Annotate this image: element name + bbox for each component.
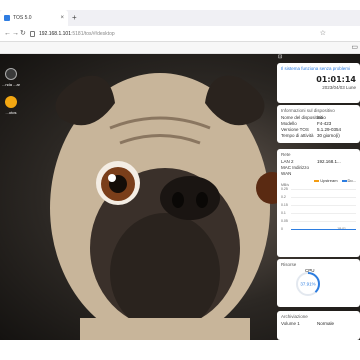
y-tick-label: 0.2 xyxy=(281,195,286,199)
url-field[interactable]: 192.168.1.101 :5181/tos/#/desktop xyxy=(30,28,340,40)
new-tab-button[interactable]: + xyxy=(72,13,77,23)
gridline xyxy=(291,213,356,214)
storage-widget[interactable]: Archiviazione Volume 1 Normale xyxy=(277,311,360,340)
network-widget[interactable]: Rete LAN 2 192.168.1... MAC Indirizzo WAN… xyxy=(277,149,360,257)
gridline xyxy=(291,189,356,190)
reload-button[interactable]: ↻ xyxy=(20,29,26,39)
url-path: :5181/tos/#/desktop xyxy=(70,31,115,37)
legend-downstream: Do... xyxy=(341,178,356,183)
gridline xyxy=(291,197,356,198)
desktop-icon-calendar[interactable]: ...nda ...ar xyxy=(0,68,22,87)
gridline xyxy=(291,221,356,222)
device-info-widget[interactable]: Informazioni sul dispositivo Nome del di… xyxy=(277,105,360,143)
desktop-icon-label: ...nda ...ar xyxy=(1,82,20,87)
widget-title: Informazioni sul dispositivo xyxy=(281,108,335,113)
app-toolbar: ▭ xyxy=(0,42,360,54)
status-clock-widget: Il sistema funziona senza problemi 01:01… xyxy=(277,63,360,103)
pug-wallpaper-image xyxy=(50,73,280,340)
legend-upstream: Upstream xyxy=(314,178,338,183)
close-tab-icon[interactable]: × xyxy=(60,14,64,22)
forward-button[interactable]: → xyxy=(12,29,19,39)
network-chart: MB/s 0.250.20.150.10.05018:01 xyxy=(281,183,356,231)
tab-tos[interactable]: TOS 5.0 × xyxy=(0,10,68,26)
lock-icon xyxy=(30,31,35,37)
gridline xyxy=(291,205,356,206)
calendar-app-icon xyxy=(5,68,17,80)
y-tick-label: 0.15 xyxy=(281,203,288,207)
browser-window: TOS 5.0 × + ← → ↻ 192.168.1.101 :5181/to… xyxy=(0,0,360,360)
back-button[interactable]: ← xyxy=(4,29,11,39)
y-tick-label: 0.25 xyxy=(281,187,288,191)
widget-panel: ⊡ Il sistema funziona senza problemi 01:… xyxy=(277,54,360,340)
desktop-icon-photos[interactable]: ...otos xyxy=(0,96,22,115)
cpu-percent-text: 37.91% xyxy=(300,282,315,287)
panel-header: ⊡ xyxy=(277,54,360,62)
chart-legend: Upstream Do... xyxy=(277,176,360,185)
photos-app-icon xyxy=(5,96,17,108)
widget-title: Rete xyxy=(281,152,291,157)
desktop-icon-label: ...otos xyxy=(5,110,17,115)
info-row: Volume 1 Normale xyxy=(281,320,335,326)
collapse-panel-icon[interactable]: ⊡ xyxy=(278,54,282,60)
clock-date: 2023/04/03 Lune xyxy=(322,85,356,90)
tab-bar: TOS 5.0 × + xyxy=(0,10,360,26)
system-status-text: Il sistema funziona senza problemi xyxy=(281,66,351,71)
cpu-gauge: 37.91% xyxy=(296,272,320,296)
series-line-downstream xyxy=(291,228,356,230)
widget-title: Risorse xyxy=(281,262,297,267)
bookmark-star-icon[interactable]: ☆ xyxy=(320,29,326,39)
tab-title: TOS 5.0 xyxy=(13,15,32,21)
y-tick-label: 0.05 xyxy=(281,219,288,223)
address-bar: ← → ↻ 192.168.1.101 :5181/tos/#/desktop … xyxy=(0,26,360,42)
resources-widget[interactable]: Risorse CPU 37.91% xyxy=(277,259,360,307)
url-host: 192.168.1.101 xyxy=(39,31,71,37)
tos-favicon-icon xyxy=(4,15,10,21)
info-row: Tempo di attività 30 giorno(i) xyxy=(281,132,340,138)
browser-bottom-area xyxy=(0,340,360,360)
y-tick-label: 0 xyxy=(281,227,283,231)
y-tick-label: 0.1 xyxy=(281,211,286,215)
chat-icon[interactable]: ▭ xyxy=(351,43,358,51)
clock-time: 01:01:14 xyxy=(316,75,356,84)
widget-title: Archiviazione xyxy=(281,314,308,319)
